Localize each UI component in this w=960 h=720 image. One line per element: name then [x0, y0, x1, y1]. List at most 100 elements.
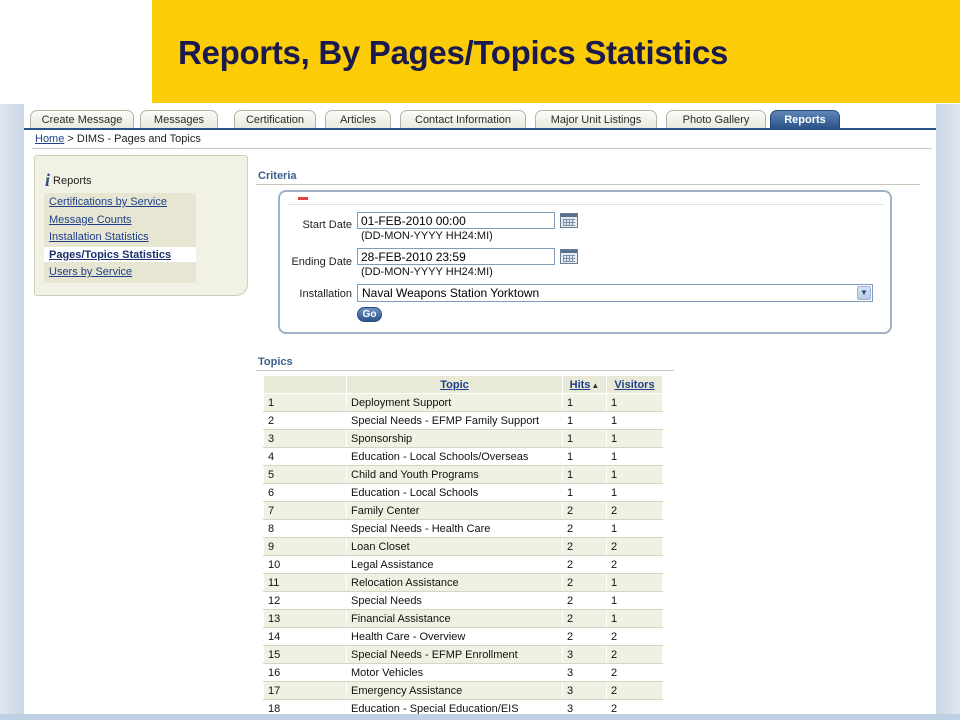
row-number-header — [263, 375, 347, 394]
hits-cell: 2 — [562, 537, 607, 556]
table-row: 12 Special Needs 2 1 — [263, 591, 663, 610]
topic-cell: Deployment Support — [346, 393, 563, 412]
go-button[interactable]: Go — [357, 307, 382, 322]
table-row: 14 Health Care - Overview 2 2 — [263, 627, 663, 646]
topic-cell: Education - Local Schools — [346, 483, 563, 502]
tab-certification[interactable]: Certification — [234, 110, 316, 129]
visitors-cell: 1 — [606, 465, 663, 484]
table-row: 17 Emergency Assistance 3 2 — [263, 681, 663, 700]
breadcrumb-home-link[interactable]: Home — [35, 133, 64, 145]
side-nav-list: Certifications by Service Message Counts… — [44, 193, 196, 283]
start-date-format-hint: (DD-MON-YYYY HH24:MI) — [361, 230, 493, 242]
hits-cell: 2 — [562, 555, 607, 574]
hits-cell: 3 — [562, 663, 607, 682]
info-icon: i — [45, 170, 51, 190]
row-number-cell: 10 — [263, 555, 347, 574]
topic-cell: Financial Assistance — [346, 609, 563, 628]
hits-cell: 1 — [562, 393, 607, 412]
hits-cell: 3 — [562, 681, 607, 700]
topic-cell: Family Center — [346, 501, 563, 520]
row-number-cell: 3 — [263, 429, 347, 448]
tab-reports[interactable]: Reports — [770, 110, 840, 129]
ending-date-format-hint: (DD-MON-YYYY HH24:MI) — [361, 266, 493, 278]
hits-cell: 2 — [562, 573, 607, 592]
row-number-cell: 12 — [263, 591, 347, 610]
tab-create-message[interactable]: Create Message — [30, 110, 134, 129]
topic-cell: Health Care - Overview — [346, 627, 563, 646]
hits-column-header[interactable]: Hits▲ — [562, 375, 607, 394]
tab-contact-information[interactable]: Contact Information — [400, 110, 526, 129]
topic-cell: Special Needs - EFMP Family Support — [346, 411, 563, 430]
breadcrumb-divider — [32, 148, 932, 149]
breadcrumb: Home > DIMS - Pages and Topics — [35, 133, 201, 145]
side-nav-installation-statistics[interactable]: Installation Statistics — [49, 231, 149, 243]
visitors-cell: 2 — [606, 627, 663, 646]
visitors-cell: 1 — [606, 429, 663, 448]
start-date-label: Start Date — [302, 219, 352, 231]
visitors-column-header[interactable]: Visitors — [606, 375, 663, 394]
table-row: 11 Relocation Assistance 2 1 — [263, 573, 663, 592]
topic-cell: Relocation Assistance — [346, 573, 563, 592]
topic-cell: Sponsorship — [346, 429, 563, 448]
hits-cell: 1 — [562, 483, 607, 502]
topic-column-header[interactable]: Topic — [346, 375, 563, 394]
hits-cell: 2 — [562, 609, 607, 628]
tab-articles[interactable]: Articles — [325, 110, 391, 129]
topic-cell: Emergency Assistance — [346, 681, 563, 700]
table-row: 5 Child and Youth Programs 1 1 — [263, 465, 663, 484]
app-window: Create Message Messages Certification Ar… — [24, 104, 936, 720]
installation-select[interactable]: Naval Weapons Station Yorktown ▼ — [357, 284, 873, 302]
breadcrumb-current: DIMS - Pages and Topics — [76, 133, 201, 145]
hits-cell: 1 — [562, 465, 607, 484]
topic-column-label[interactable]: Topic — [440, 379, 469, 391]
topic-cell: Child and Youth Programs — [346, 465, 563, 484]
table-row: 15 Special Needs - EFMP Enrollment 3 2 — [263, 645, 663, 664]
calendar-icon[interactable] — [560, 249, 578, 264]
table-row: 4 Education - Local Schools/Overseas 1 1 — [263, 447, 663, 466]
installation-select-value: Naval Weapons Station Yorktown — [362, 286, 540, 300]
hits-cell: 2 — [562, 501, 607, 520]
hits-cell: 1 — [562, 447, 607, 466]
row-number-cell: 11 — [263, 573, 347, 592]
visitors-cell: 2 — [606, 537, 663, 556]
row-number-cell: 8 — [263, 519, 347, 538]
ending-date-input[interactable]: 28-FEB-2010 23:59 — [357, 248, 555, 265]
tab-photo-gallery[interactable]: Photo Gallery — [666, 110, 766, 129]
breadcrumb-separator: > — [67, 133, 74, 145]
visitors-cell: 2 — [606, 501, 663, 520]
window-border-bottom — [0, 714, 960, 720]
start-date-input[interactable]: 01-FEB-2010 00:00 — [357, 212, 555, 229]
chevron-down-icon[interactable]: ▼ — [857, 286, 871, 300]
visitors-cell: 1 — [606, 447, 663, 466]
side-nav-pages-topics-statistics[interactable]: Pages/Topics Statistics — [49, 249, 171, 261]
visitors-column-label[interactable]: Visitors — [614, 379, 654, 391]
tab-messages[interactable]: Messages — [140, 110, 218, 129]
tab-major-unit-listings[interactable]: Major Unit Listings — [535, 110, 657, 129]
side-panel-title: Reports — [53, 175, 92, 187]
topic-cell: Special Needs - EFMP Enrollment — [346, 645, 563, 664]
visitors-cell: 2 — [606, 555, 663, 574]
topic-cell: Motor Vehicles — [346, 663, 563, 682]
side-nav-users-by-service[interactable]: Users by Service — [49, 266, 132, 278]
table-row: 3 Sponsorship 1 1 — [263, 429, 663, 448]
hits-cell: 2 — [562, 627, 607, 646]
visitors-cell: 2 — [606, 663, 663, 682]
topic-cell: Special Needs - Health Care — [346, 519, 563, 538]
topics-table: Topic Hits▲ Visitors 1 Deployment Support… — [263, 375, 663, 718]
topic-cell: Education - Local Schools/Overseas — [346, 447, 563, 466]
calendar-icon[interactable] — [560, 213, 578, 228]
table-row: 1 Deployment Support 1 1 — [263, 393, 663, 412]
visitors-cell: 1 — [606, 393, 663, 412]
table-row: 2 Special Needs - EFMP Family Support 1 1 — [263, 411, 663, 430]
sort-ascending-icon: ▲ — [591, 380, 600, 390]
row-number-cell: 16 — [263, 663, 347, 682]
hits-column-label[interactable]: Hits — [570, 379, 591, 391]
tab-bar: Create Message Messages Certification Ar… — [24, 110, 936, 130]
row-number-cell: 14 — [263, 627, 347, 646]
hits-cell: 2 — [562, 519, 607, 538]
side-nav-message-counts[interactable]: Message Counts — [49, 214, 132, 226]
side-nav-certifications-by-service[interactable]: Certifications by Service — [49, 196, 167, 208]
topics-table-header: Topic Hits▲ Visitors — [263, 375, 663, 394]
row-number-cell: 17 — [263, 681, 347, 700]
table-row: 7 Family Center 2 2 — [263, 501, 663, 520]
